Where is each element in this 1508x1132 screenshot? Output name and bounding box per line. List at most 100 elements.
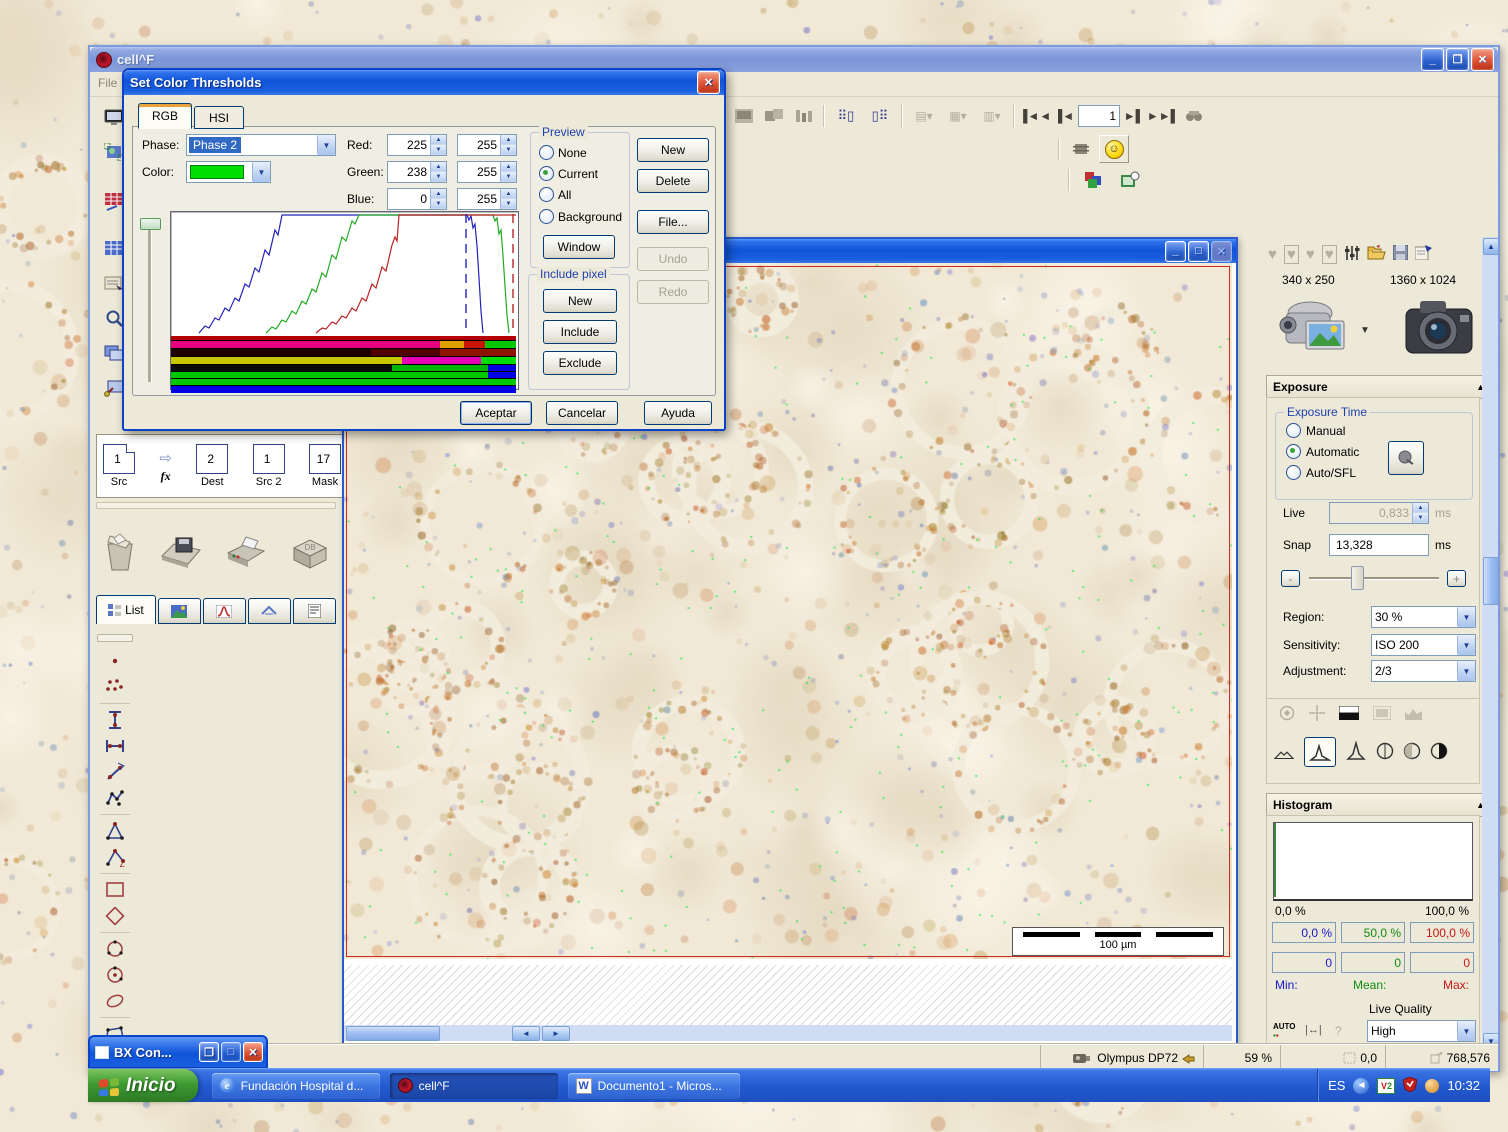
min-pct-field[interactable]: 0,0 %: [1272, 922, 1336, 943]
slot-mask[interactable]: 17 Mask: [309, 444, 341, 488]
panel-divider[interactable]: [96, 502, 336, 509]
last-frame-icon[interactable]: ►►▌: [1148, 103, 1178, 129]
exposure-slider-thumb[interactable]: [1351, 566, 1364, 590]
image-minimize-icon[interactable]: _: [1165, 241, 1186, 262]
live-view-camcorder-icon[interactable]: [1276, 295, 1356, 362]
vscroll-thumb[interactable]: [1483, 557, 1499, 605]
ellipse-tool-icon[interactable]: [95, 988, 135, 1014]
tab-report[interactable]: [293, 598, 336, 624]
histogram-tool-icon[interactable]: [790, 103, 818, 129]
vscroll-up-icon[interactable]: ▲: [1483, 238, 1499, 255]
radio-none[interactable]: None: [539, 145, 587, 160]
live-dropdown-icon[interactable]: ▼: [1360, 325, 1370, 336]
adjustment-combo[interactable]: 2/3▼: [1371, 660, 1476, 682]
tab-gallery[interactable]: [158, 598, 201, 624]
threshold-vslider-track[interactable]: [148, 220, 151, 382]
black-white-icon[interactable]: [1339, 706, 1359, 723]
auto-histogram-icon[interactable]: AUTO▪▪: [1273, 1022, 1296, 1040]
smiley-icon[interactable]: ☺: [1099, 135, 1129, 163]
frame-number-field[interactable]: 1: [1078, 105, 1120, 127]
process-out-icon[interactable]: ▯⠿: [864, 103, 896, 129]
phase-export-icon[interactable]: [1115, 166, 1145, 194]
live-quality-combo[interactable]: High▼: [1367, 1020, 1476, 1042]
threshold-histogram[interactable]: [170, 211, 519, 390]
image-link-icon[interactable]: [760, 103, 788, 129]
include-button[interactable]: Include: [543, 320, 617, 344]
polyline-tool-icon[interactable]: [95, 785, 135, 811]
red-low-field[interactable]: 225▲▼: [387, 134, 447, 156]
tray-clock[interactable]: 10:32: [1447, 1078, 1480, 1093]
snap-exposure-field[interactable]: 13,328: [1329, 534, 1429, 556]
tab-measure[interactable]: [248, 598, 291, 624]
snap-camera-icon[interactable]: [1402, 295, 1476, 362]
delete-button[interactable]: Delete: [637, 169, 709, 193]
task-hospital[interactable]: e Fundación Hospital d...: [212, 1073, 380, 1099]
load-settings-icon[interactable]: [1367, 245, 1386, 263]
point-tool-icon[interactable]: [95, 648, 135, 674]
contrast-high-icon[interactable]: [1345, 741, 1367, 764]
exposure-slider-track[interactable]: [1309, 577, 1439, 579]
image-hscrollbar[interactable]: ◄ ►: [344, 1025, 1232, 1041]
auto-exposure-options-button[interactable]: [1388, 441, 1424, 475]
trash-icon[interactable]: [102, 532, 138, 575]
export-settings-icon[interactable]: [1415, 245, 1432, 263]
menu-file[interactable]: File: [98, 76, 117, 90]
histogram-header[interactable]: Histogram▲: [1266, 793, 1492, 817]
tray-back-icon[interactable]: ◄: [1353, 1078, 1369, 1094]
first-frame-icon[interactable]: ▐◄◄: [1020, 103, 1050, 129]
hscroll-right-icon[interactable]: ►: [542, 1026, 570, 1041]
mean-pct-field[interactable]: 50,0 %: [1341, 922, 1405, 943]
color-combo[interactable]: ▼: [186, 161, 271, 183]
radio-all[interactable]: All: [539, 187, 571, 202]
arbitrary-distance-tool-icon[interactable]: [95, 759, 135, 785]
radio-background[interactable]: Background: [539, 209, 622, 224]
include-new-button[interactable]: New: [543, 289, 617, 313]
stack-icon[interactable]: ▤▾: [908, 103, 940, 129]
circle-center-tool-icon[interactable]: [95, 962, 135, 988]
slot-src2[interactable]: 1 Src 2: [253, 444, 285, 488]
full-range-icon[interactable]: |↔|: [1305, 1024, 1322, 1036]
tab-list[interactable]: List: [96, 595, 156, 624]
radio-manual[interactable]: Manual: [1286, 423, 1345, 438]
bx-minimized-window[interactable]: BX Con... ❐ □ ✕: [88, 1035, 268, 1069]
tray-language[interactable]: ES: [1328, 1078, 1345, 1093]
hscroll-thumb[interactable]: [346, 1026, 440, 1041]
tray-antivirus-icon[interactable]: V2: [1377, 1078, 1395, 1094]
file-button[interactable]: File...: [637, 210, 709, 234]
film-icon[interactable]: ▥▾: [976, 103, 1008, 129]
bx-restore-icon[interactable]: ❐: [199, 1042, 219, 1062]
image-maximize-icon[interactable]: □: [1188, 241, 1209, 262]
binoculars-icon[interactable]: [1180, 103, 1208, 129]
radio-automatic[interactable]: Automatic: [1286, 444, 1359, 459]
sensitivity-combo[interactable]: ISO 200▼: [1371, 634, 1476, 656]
min-count-field[interactable]: 0: [1272, 952, 1336, 973]
next-frame-icon[interactable]: ►▌: [1122, 103, 1146, 129]
horizontal-distance-tool-icon[interactable]: [95, 733, 135, 759]
green-high-field[interactable]: 255▲▼: [457, 161, 517, 183]
color-threshold-icon[interactable]: [1079, 166, 1109, 194]
mean-count-field[interactable]: 0: [1341, 952, 1405, 973]
restore-icon[interactable]: ❐: [1446, 48, 1469, 71]
bx-close-icon[interactable]: ✕: [243, 1042, 263, 1062]
database-icon[interactable]: DB: [290, 534, 330, 573]
contrast-normal-icon[interactable]: [1304, 737, 1336, 767]
contrast-low-icon[interactable]: [1273, 741, 1295, 764]
phase-combo[interactable]: Phase 2▼: [186, 134, 336, 156]
tab-hsi[interactable]: HSI: [194, 106, 244, 129]
task-cellf[interactable]: cell^F: [390, 1073, 558, 1099]
close-icon[interactable]: ✕: [1471, 48, 1494, 71]
region-combo[interactable]: 30 %▼: [1371, 606, 1476, 628]
panel-vscrollbar[interactable]: ▲ ▼: [1482, 237, 1498, 1049]
circle-tool-icon[interactable]: [95, 936, 135, 962]
angle3-tool-icon[interactable]: ∠: [95, 844, 135, 870]
blue-high-field[interactable]: 255▲▼: [457, 188, 517, 210]
settings-sliders-icon[interactable]: [1344, 245, 1360, 264]
minimize-icon[interactable]: _: [1421, 48, 1444, 71]
process-in-icon[interactable]: ⠿▯: [830, 103, 862, 129]
blue-low-field[interactable]: 0▲▼: [387, 188, 447, 210]
toolbar-grip[interactable]: [97, 634, 133, 642]
radio-current[interactable]: Current: [539, 166, 598, 181]
gamma-low-icon[interactable]: [1376, 742, 1394, 763]
rectangle-tool-icon[interactable]: [95, 877, 135, 903]
new-phase-button[interactable]: New: [637, 138, 709, 162]
